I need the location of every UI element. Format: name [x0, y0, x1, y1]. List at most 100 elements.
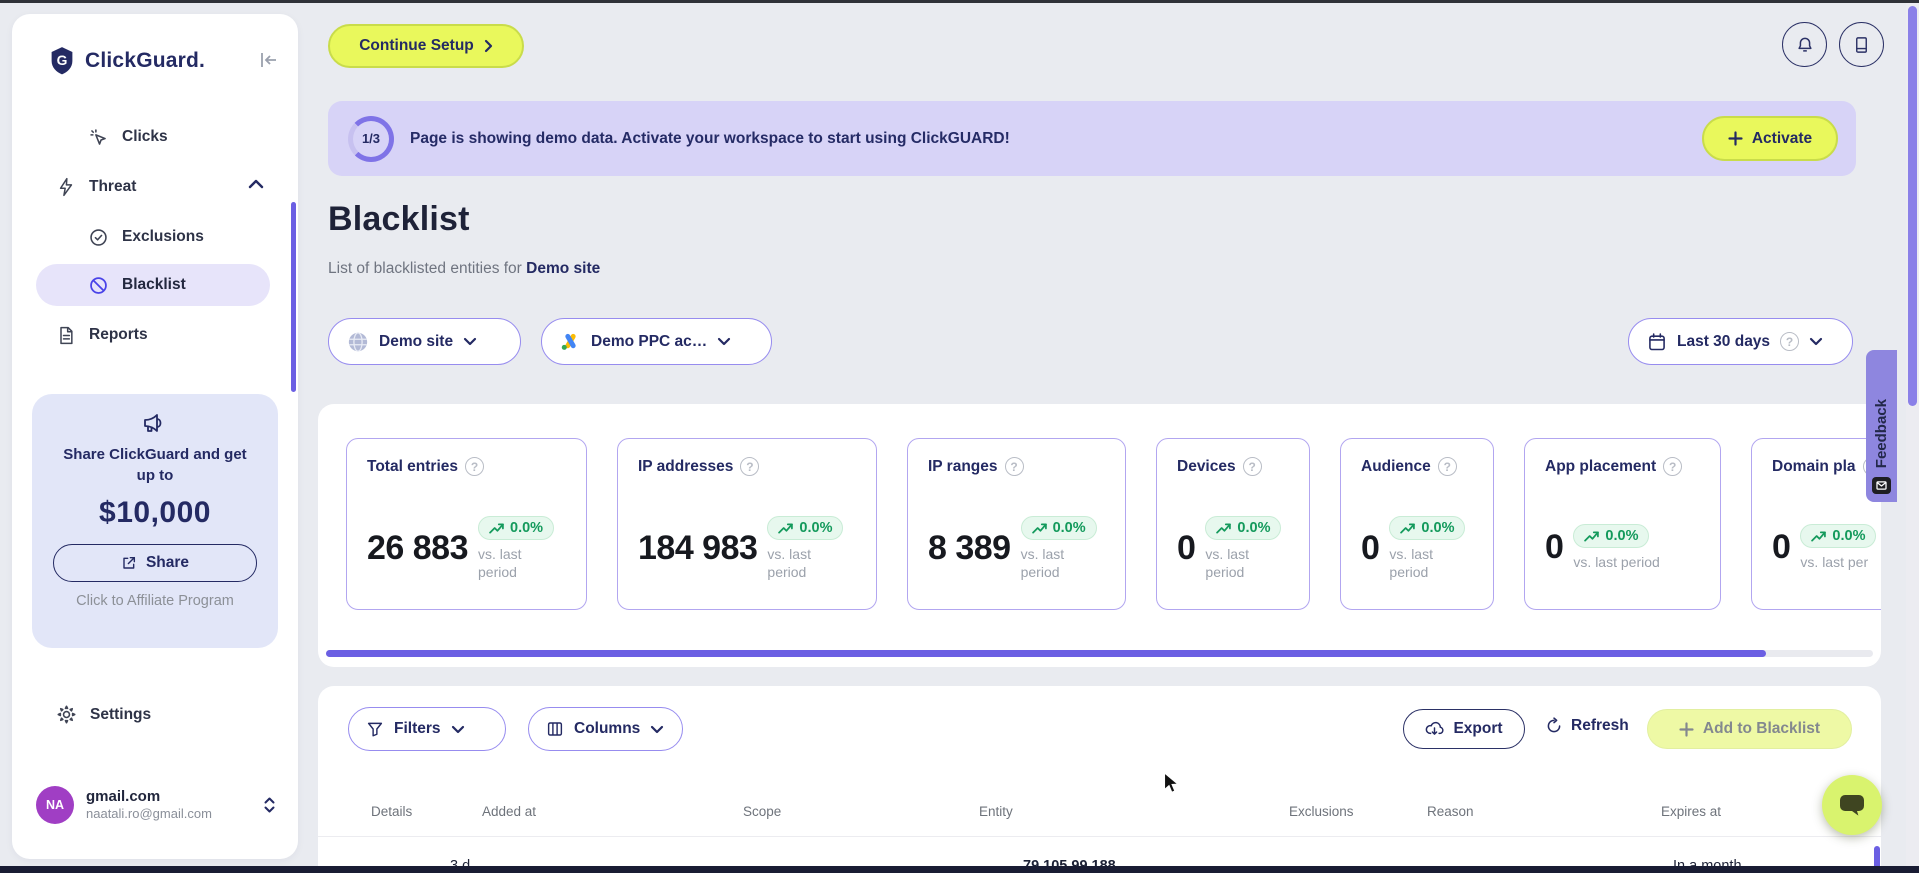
page-subtitle-site: Demo site	[526, 260, 601, 277]
sidebar-item-label: Clicks	[122, 128, 168, 145]
help-icon[interactable]: ?	[1663, 457, 1683, 476]
cursor-click-icon	[88, 127, 109, 148]
column-header-entity[interactable]: Entity	[979, 804, 1013, 819]
help-icon[interactable]: ?	[1004, 457, 1024, 476]
activate-button[interactable]: Activate	[1702, 116, 1838, 161]
feedback-tab[interactable]: Feedback	[1866, 350, 1897, 502]
delta-badge: 0.0%	[1573, 524, 1650, 548]
delta-badge: 0.0%	[767, 516, 844, 540]
account-name: gmail.com	[86, 787, 161, 805]
sidebar-item-threat[interactable]: Threat	[56, 172, 136, 202]
share-text: Share ClickGuard and get up to	[63, 446, 247, 484]
affiliate-share-card[interactable]: Share ClickGuard and get up to $10,000 S…	[32, 394, 278, 648]
continue-setup-button[interactable]: Continue Setup	[328, 24, 524, 68]
stat-caption: vs. last period	[1205, 546, 1249, 581]
docs-button[interactable]	[1839, 22, 1884, 67]
help-icon[interactable]: ?	[1437, 457, 1457, 476]
help-icon[interactable]: ?	[465, 457, 485, 476]
page-title: Blacklist	[328, 200, 470, 238]
svg-text:G: G	[57, 52, 68, 68]
column-header-reason[interactable]: Reason	[1427, 804, 1474, 819]
refresh-button[interactable]: Refresh	[1545, 717, 1629, 735]
lightning-icon	[56, 176, 76, 198]
date-range-selector[interactable]: Last 30 days ?	[1628, 318, 1853, 365]
continue-setup-label: Continue Setup	[359, 37, 474, 54]
site-selector[interactable]: Demo site	[328, 318, 521, 365]
help-icon[interactable]: ?	[740, 457, 760, 476]
site-selector-value: Demo site	[379, 332, 454, 350]
stat-caption: vs. last period	[767, 546, 811, 581]
delta-badge: 0.0%	[1020, 516, 1097, 540]
ppc-account-selector[interactable]: Demo PPC ac…	[541, 318, 772, 365]
page-vscrollbar-thumb[interactable]	[1908, 6, 1917, 406]
stats-hscrollbar-thumb[interactable]	[326, 650, 1766, 657]
chevron-up-icon[interactable]	[248, 179, 264, 189]
stat-value: 0	[1177, 529, 1196, 568]
chevron-down-icon	[650, 725, 664, 734]
sidebar-item-clicks[interactable]: Clicks	[88, 122, 168, 152]
stat-card-domain-placement: Domain pla? 0 0.0% vs. last per	[1751, 438, 1881, 610]
column-header-expires-at[interactable]: Expires at	[1661, 804, 1721, 819]
delta-value: 0.0%	[799, 520, 833, 536]
share-button[interactable]: Share	[53, 544, 257, 582]
share-caption: Click to Affiliate Program	[76, 593, 234, 609]
stat-card-total-entries: Total entries? 26 883 0.0% vs. last peri…	[346, 438, 587, 610]
help-icon: ?	[1780, 332, 1800, 351]
stat-label: Devices	[1177, 457, 1236, 475]
cloud-download-icon	[1425, 721, 1445, 738]
stat-caption: vs. last period	[478, 546, 522, 581]
brand-name: ClickGuard.	[85, 49, 206, 72]
window-top-edge	[0, 0, 1919, 3]
shield-logo-icon: G	[48, 46, 76, 76]
book-icon	[1852, 35, 1871, 55]
column-header-added-at[interactable]: Added at	[482, 804, 536, 819]
sidebar-item-blacklist[interactable]: Blacklist	[88, 270, 186, 300]
sidebar-item-exclusions[interactable]: Exclusions	[88, 222, 204, 252]
bottom-dark-strip	[0, 866, 1919, 873]
stat-label: Total entries	[367, 457, 459, 475]
columns-button[interactable]: Columns	[528, 707, 683, 751]
filters-button[interactable]: Filters	[348, 707, 506, 751]
column-header-details[interactable]: Details	[371, 804, 412, 819]
add-to-blacklist-button[interactable]: Add to Blacklist	[1647, 709, 1852, 749]
calendar-icon	[1647, 332, 1667, 352]
account-switcher[interactable]: NA gmail.com naatali.ro@gmail.com	[36, 786, 276, 824]
delta-badge: 0.0%	[1800, 524, 1877, 548]
stat-caption: vs. last period	[1020, 546, 1065, 581]
stat-value: 0	[1545, 528, 1564, 567]
sidebar-scrollbar[interactable]	[291, 202, 296, 392]
stat-card-ip-ranges: IP ranges? 8 389 0.0% vs. last period	[907, 438, 1126, 610]
refresh-label: Refresh	[1571, 717, 1629, 734]
add-to-blacklist-label: Add to Blacklist	[1702, 720, 1821, 737]
export-button[interactable]: Export	[1403, 709, 1525, 749]
column-header-exclusions[interactable]: Exclusions	[1289, 804, 1354, 819]
sidebar-collapse-icon[interactable]	[258, 50, 280, 70]
stat-caption: vs. last period	[1573, 554, 1660, 570]
chevron-right-icon	[484, 39, 493, 53]
delta-value: 0.0%	[1237, 520, 1271, 536]
megaphone-icon	[32, 410, 278, 436]
sidebar-item-reports[interactable]: Reports	[56, 320, 148, 350]
gear-icon	[56, 704, 77, 725]
google-ads-icon	[560, 331, 581, 352]
stat-label: Domain pla	[1772, 457, 1856, 475]
delta-value: 0.0%	[1832, 528, 1866, 544]
help-icon[interactable]: ?	[1242, 457, 1262, 476]
delta-badge: 0.0%	[1389, 516, 1466, 540]
delta-value: 0.0%	[1605, 528, 1639, 544]
export-label: Export	[1453, 720, 1503, 737]
refresh-icon	[1545, 717, 1563, 735]
stats-panel: Total entries? 26 883 0.0% vs. last peri…	[318, 404, 1881, 667]
setup-progress-ring: 1/3	[348, 115, 394, 162]
external-link-icon	[121, 555, 137, 571]
chevron-down-icon	[463, 337, 477, 346]
notifications-button[interactable]	[1782, 22, 1827, 67]
column-header-scope[interactable]: Scope	[743, 804, 781, 819]
stat-value: 8 389	[928, 529, 1011, 568]
stat-card-ip-addresses: IP addresses? 184 983 0.0% vs. last peri…	[617, 438, 877, 610]
stat-value: 26 883	[367, 529, 469, 568]
chat-widget-button[interactable]	[1822, 775, 1882, 835]
delta-badge: 0.0%	[1205, 516, 1282, 540]
stat-value: 0	[1361, 529, 1380, 568]
sidebar-item-settings[interactable]: Settings	[56, 704, 151, 725]
